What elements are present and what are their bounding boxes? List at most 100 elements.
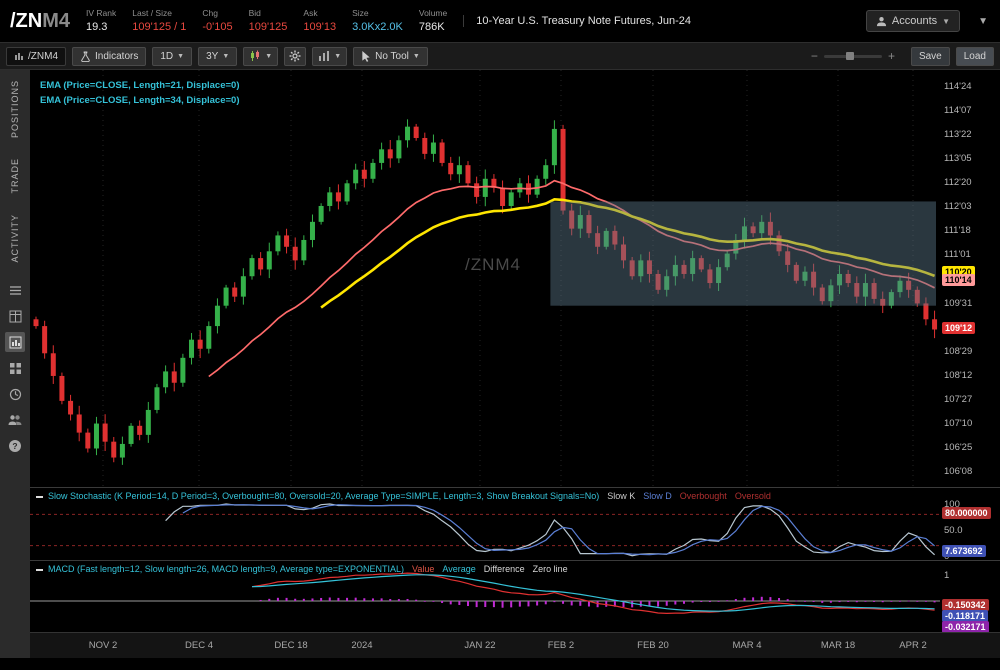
chevron-down-icon: ▼: [334, 53, 341, 60]
load-button[interactable]: Load: [956, 47, 994, 66]
drawing-set-button[interactable]: ▼: [312, 47, 347, 66]
table-icon[interactable]: [5, 306, 25, 326]
timeframe-select[interactable]: 1D ▼: [152, 47, 192, 66]
symbol-root: /ZN: [10, 10, 42, 32]
chart-mini-icon: [14, 51, 24, 61]
sidebar-tab-trade[interactable]: TRADE: [10, 148, 20, 204]
price-tick: 112'20: [944, 177, 972, 188]
stat-iv-rank: IV Rank 19.3: [86, 9, 116, 33]
sidebar-tab-positions[interactable]: POSITIONS: [10, 70, 20, 148]
header: /ZNM4 IV Rank 19.3 Last / Size 109'125 /…: [0, 0, 1000, 42]
candlestick-icon: [249, 50, 261, 62]
symbol-title: /ZNM4: [10, 10, 70, 33]
price-tick: 114'24: [944, 81, 972, 92]
price-tick: 113'05: [944, 153, 972, 164]
no-tool-select[interactable]: No Tool ▼: [353, 47, 428, 66]
time-axis[interactable]: NOV 2DEC 4DEC 182024JAN 22FEB 2FEB 20MAR…: [30, 632, 1000, 658]
price-tick: 107'27: [944, 394, 972, 405]
stat-size: Size 3.0Kx2.0K: [352, 9, 403, 33]
stat-volume: Volume 786K: [419, 9, 447, 33]
chart-icon[interactable]: [5, 332, 25, 352]
time-axis-label: 2024: [351, 640, 372, 651]
macd-study-label[interactable]: MACD (Fast length=12, Slow length=26, MA…: [48, 564, 404, 574]
macd-axis: 1-0.150342-0.118171-0.032171: [940, 561, 1000, 632]
zoom-in-icon[interactable]: +: [888, 49, 895, 63]
chart-style-button[interactable]: ▼: [243, 47, 278, 66]
stat-chg: Chg -0'105: [202, 9, 232, 33]
ema-price-bubble: 110'14: [942, 274, 975, 286]
price-tick: 106'25: [944, 442, 972, 453]
time-axis-label: FEB 20: [637, 640, 669, 651]
price-axis[interactable]: 114'24114'07113'22113'05112'20112'03111'…: [940, 70, 1000, 487]
zoom-control: − +: [811, 49, 895, 63]
price-tick: 106'08: [944, 466, 972, 477]
gear-icon: [289, 50, 301, 62]
legend-slow-k: Slow K: [607, 491, 635, 501]
drawings-icon: [318, 50, 330, 62]
clock-icon[interactable]: [5, 384, 25, 404]
macd-tick: 1: [944, 570, 949, 581]
sidebar-tab-activity[interactable]: ACTIVITY: [10, 204, 20, 273]
price-tick: 112'03: [944, 201, 972, 212]
save-button[interactable]: Save: [911, 47, 950, 66]
legend-average: Average: [442, 564, 475, 574]
time-axis-label: APR 2: [899, 640, 926, 651]
chevron-down-icon: ▼: [942, 17, 950, 26]
cursor-icon: [361, 51, 371, 62]
trading-platform: /ZNM4 IV Rank 19.3 Last / Size 109'125 /…: [0, 0, 1000, 670]
time-axis-label: FEB 2: [548, 640, 574, 651]
indicators-button[interactable]: Indicators: [72, 47, 146, 66]
chevron-down-icon: ▼: [177, 53, 184, 60]
stochastic-study-label[interactable]: Slow Stochastic (K Period=14, D Period=3…: [48, 491, 599, 501]
slow-d-value-bubble: 7.673692: [942, 545, 986, 557]
overbought-level-bubble: 80.000000: [942, 507, 991, 519]
range-select[interactable]: 3Y ▼: [198, 47, 237, 66]
accounts-menu[interactable]: Accounts ▼: [866, 10, 960, 32]
chevron-down-icon: ▼: [222, 53, 229, 60]
stat-bid: Bid 109'125: [249, 9, 288, 33]
ema21-label[interactable]: EMA (Price=CLOSE, Length=21, Displace=0): [40, 78, 239, 93]
ema34-label[interactable]: EMA (Price=CLOSE, Length=34, Displace=0): [40, 93, 239, 108]
legend-overbought: Overbought: [680, 491, 727, 501]
users-icon[interactable]: [5, 410, 25, 430]
study-labels: EMA (Price=CLOSE, Length=21, Displace=0)…: [40, 78, 239, 108]
time-axis-label: JAN 22: [464, 640, 495, 651]
main-chart-pane: EMA (Price=CLOSE, Length=21, Displace=0)…: [30, 70, 1000, 487]
zoom-out-icon[interactable]: −: [811, 49, 818, 63]
watchlist-icon[interactable]: [5, 280, 25, 300]
symbol-watermark: /ZNM4: [465, 255, 521, 275]
price-tick: 108'12: [944, 370, 972, 381]
price-tick: 108'29: [944, 346, 972, 357]
legend-slow-d: Slow D: [643, 491, 672, 501]
symbol-tab[interactable]: /ZNM4: [6, 47, 66, 66]
left-sidebar: POSITIONS TRADE ACTIVITY ?: [0, 70, 30, 658]
legend-oversold: Oversold: [735, 491, 771, 501]
panel-collapse-handle[interactable]: [36, 496, 43, 498]
chart-toolbar: /ZNM4 Indicators 1D ▼ 3Y ▼ ▼ ▼ No Tool ▼: [0, 42, 1000, 70]
grid-icon[interactable]: [5, 358, 25, 378]
time-axis-label: NOV 2: [89, 640, 118, 651]
help-icon[interactable]: ?: [5, 436, 25, 456]
panel-collapse-handle[interactable]: [36, 569, 43, 571]
time-axis-label: MAR 4: [732, 640, 761, 651]
price-tick: 111'18: [944, 225, 971, 236]
price-tick: 107'10: [944, 418, 972, 429]
time-axis-label: MAR 18: [821, 640, 855, 651]
price-tick: 109'31: [944, 298, 972, 309]
stochastic-tick: 50.0: [944, 525, 963, 536]
chevron-down-icon: ▼: [265, 53, 272, 60]
chart-settings-button[interactable]: [284, 47, 306, 66]
stat-ask: Ask 109'13: [303, 9, 336, 33]
price-tick: 113'22: [944, 129, 972, 140]
zoom-slider-thumb[interactable]: [846, 52, 854, 60]
collapse-chevron-icon[interactable]: ▼: [976, 16, 990, 27]
flask-icon: [80, 51, 91, 62]
macd-study-header: MACD (Fast length=12, Slow length=26, MA…: [36, 564, 568, 574]
zoom-slider[interactable]: [824, 55, 882, 58]
price-chart-canvas[interactable]: [30, 70, 940, 487]
symbol-suffix: M4: [42, 10, 70, 32]
stochastic-study-header: Slow Stochastic (K Period=14, D Period=3…: [36, 491, 771, 501]
last-price-bubble: 109'12: [942, 322, 975, 334]
stochastic-axis: 10050.0080.0000007.673692: [940, 488, 1000, 560]
time-axis-label: DEC 18: [274, 640, 307, 651]
